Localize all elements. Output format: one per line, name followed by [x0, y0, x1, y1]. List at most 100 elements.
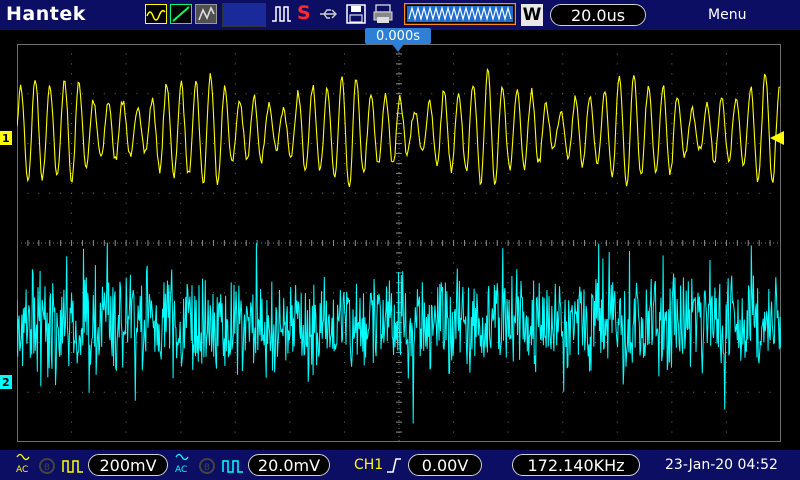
grid-dot: [453, 133, 455, 135]
trigger-time-marker[interactable]: 0.000s: [365, 28, 431, 44]
ch1-coupling-group[interactable]: AC: [16, 452, 30, 475]
timebase-value[interactable]: 20.0us: [550, 4, 646, 26]
grid-dot: [616, 143, 618, 144]
grid-dot: [420, 391, 422, 393]
grid-dot: [223, 192, 225, 194]
grid-dot: [715, 143, 717, 144]
grid-dot: [562, 83, 564, 85]
grid-dot: [343, 282, 345, 284]
rising-edge-icon[interactable]: [385, 456, 403, 474]
trigger-level[interactable]: 0.00V: [408, 454, 482, 476]
grid-dot: [125, 411, 127, 413]
grid-dot: [562, 133, 564, 135]
grid-dot: [551, 391, 553, 393]
usb-icon[interactable]: [318, 4, 340, 24]
persistence-icon[interactable]: [195, 4, 217, 24]
grid-dot: [453, 282, 455, 284]
grid-dot: [212, 143, 214, 144]
ch2-coupling-group[interactable]: AC: [175, 452, 189, 475]
grid-dot: [725, 262, 727, 264]
grid-dot: [671, 202, 673, 204]
grid-dot: [562, 421, 564, 423]
grid-dot: [616, 222, 618, 224]
grid-dot: [180, 53, 182, 55]
grid-dot: [453, 421, 455, 423]
grid-dot: [507, 411, 509, 413]
menu-label[interactable]: Menu: [708, 7, 746, 23]
ch1-bandwidth-icon[interactable]: B: [38, 457, 56, 475]
grid-dot: [540, 391, 542, 393]
ch1-volts-per-div[interactable]: 200mV: [88, 454, 168, 476]
grid-dot: [605, 391, 607, 393]
trigger-source[interactable]: CH1: [354, 457, 383, 473]
grid-dot: [300, 143, 302, 144]
grid-dot: [736, 292, 738, 294]
grid-dot: [725, 411, 727, 413]
grid-dot: [147, 342, 149, 343]
grid-dot: [693, 292, 695, 294]
grid-dot: [234, 411, 236, 413]
ch2-bandwidth-icon[interactable]: B: [198, 457, 216, 475]
grid-dot: [660, 93, 662, 95]
grid-dot: [616, 232, 618, 234]
grid-dot: [234, 232, 236, 234]
grid-dot: [49, 143, 51, 144]
grid-dot: [725, 292, 727, 294]
grid-dot: [343, 182, 345, 184]
grid-dot: [496, 342, 498, 343]
print-icon[interactable]: [372, 4, 394, 24]
grid-dot: [125, 113, 127, 115]
grid-dot: [616, 292, 618, 294]
grid-dot: [453, 411, 455, 413]
grid-dot: [453, 312, 455, 314]
grid-dot: [256, 391, 258, 393]
grid-dot: [289, 113, 291, 115]
grid-dot: [562, 192, 564, 194]
grid-dot: [114, 391, 116, 393]
grid-dot: [671, 103, 673, 105]
grid-dot: [71, 133, 73, 135]
timebase-mode-badge[interactable]: W: [521, 4, 543, 26]
grid-dot: [605, 143, 607, 144]
ch2-marker-label: 2: [2, 375, 10, 389]
grid-dot: [616, 262, 618, 264]
display-vectors-icon[interactable]: [170, 4, 192, 24]
grid-dot: [125, 162, 127, 164]
grid-dot: [223, 391, 225, 393]
grid-dot: [136, 143, 138, 144]
ch2-probe-icon[interactable]: [222, 458, 244, 474]
run-stop-indicator[interactable]: S: [297, 2, 311, 24]
grid-dot: [671, 83, 673, 85]
ch1-level-marker[interactable]: 1: [0, 131, 12, 145]
grid-dot: [507, 232, 509, 234]
ch2-level-marker[interactable]: 2: [0, 375, 12, 389]
grid-dot: [365, 93, 367, 95]
grid-dot: [71, 351, 73, 353]
grid-dot: [289, 272, 291, 274]
grid-dot: [234, 282, 236, 284]
ch1-probe-icon[interactable]: [62, 458, 84, 474]
brand-logo: Hantek: [6, 3, 86, 25]
grid-dot: [125, 431, 127, 433]
grid-dot: [125, 192, 127, 194]
grid-dot: [180, 232, 182, 234]
grid-dot: [343, 73, 345, 75]
acquire-sample-icon[interactable]: [145, 4, 167, 24]
grid-dot: [562, 93, 564, 95]
grid-dot: [507, 182, 509, 184]
memory-position-bar[interactable]: [404, 3, 516, 25]
grid-dot: [245, 192, 247, 194]
save-icon[interactable]: [345, 4, 367, 24]
grid-dot: [333, 391, 335, 393]
grid-dot: [234, 351, 236, 353]
grid-dot: [71, 252, 73, 254]
grid-dot: [518, 192, 520, 194]
trigger-pulse-icon[interactable]: [270, 4, 292, 24]
trigger-level-arrow[interactable]: [770, 131, 784, 145]
grid-dot: [693, 391, 695, 393]
grid-dot: [114, 143, 116, 144]
grid-dot: [725, 73, 727, 75]
ch2-volts-per-div[interactable]: 20.0mV: [248, 454, 330, 476]
grid-dot: [540, 93, 542, 95]
grid-dot: [267, 143, 269, 144]
